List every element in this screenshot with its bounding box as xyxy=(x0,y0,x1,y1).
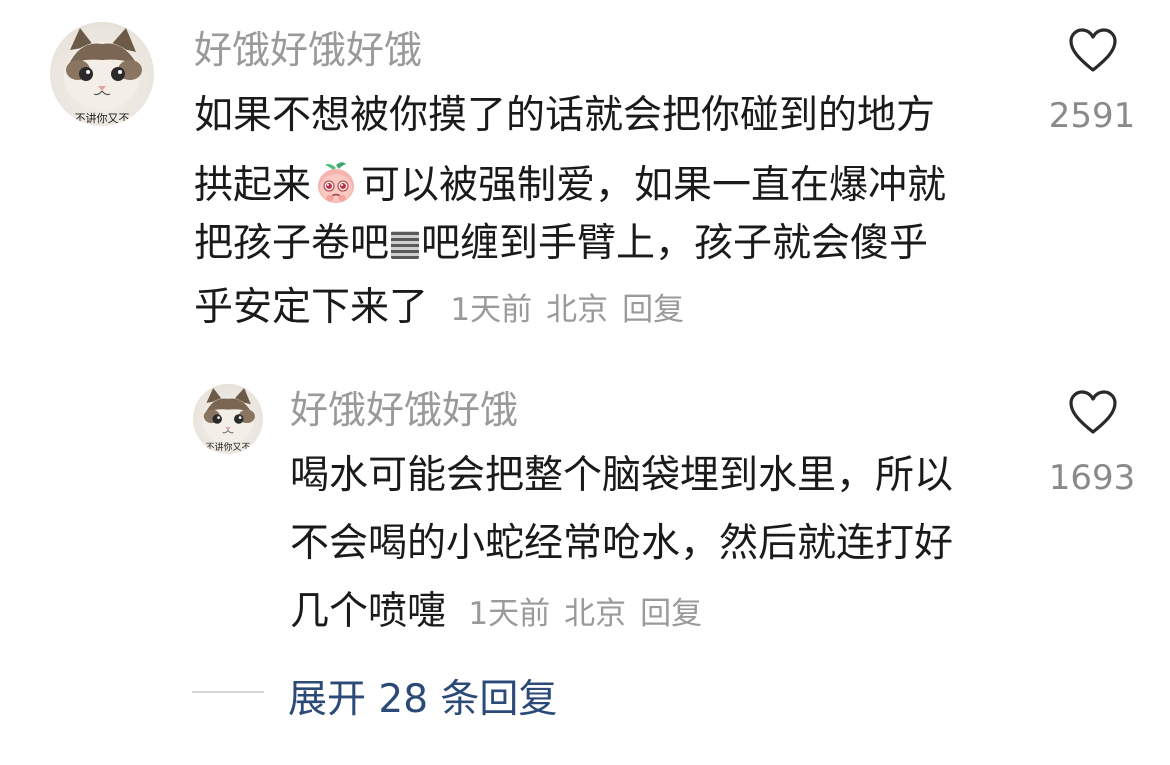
reply-location: 北京 xyxy=(564,596,627,632)
expand-replies-button[interactable]: 展开 28 条回复 xyxy=(288,668,557,724)
comment-meta: 1天前 北京 回复 xyxy=(450,292,698,328)
like-group: 1693 xyxy=(1044,390,1140,500)
reply-line: 喝水可能会把整个脑袋埋到水里，所以 xyxy=(290,453,954,498)
comment-item: 不讲你又不 好饿好饿好饿 如果不想被你摸了的话就会把你碰到的地方 拱起来 可以被… xyxy=(0,0,1170,340)
heart-outline-icon[interactable] xyxy=(1068,390,1118,440)
comment-text: 把孩子卷吧 xyxy=(194,221,390,266)
comment-location: 北京 xyxy=(546,292,609,328)
censored-emoji xyxy=(391,231,420,259)
reply-button[interactable]: 回复 xyxy=(622,292,684,328)
reply-body[interactable]: 喝水可能会把整个脑袋埋到水里，所以 不会喝的小蛇经常呛水，然后就连打好 几个喷嚏… xyxy=(290,450,1010,640)
reply-text: 几个喷嚏 xyxy=(290,589,447,634)
comment-line-with-meta: 乎安定下来了 1天前 北京 回复 xyxy=(194,288,698,327)
comment-line: 如果不想被你摸了的话就会把你碰到的地方 xyxy=(194,93,936,138)
divider-line xyxy=(192,691,264,693)
like-count: 2591 xyxy=(1048,96,1136,136)
reply-item: 不讲你又不 好饿好饿好饿 喝水可能会把整个脑袋埋到水里，所以 不会喝的小蛇经常呛… xyxy=(0,370,1170,640)
username[interactable]: 好饿好饿好饿 xyxy=(194,28,422,72)
comment-line: 拱起来 可以被强制爱，如果一直在爆冲就 xyxy=(194,160,946,213)
avatar[interactable]: 不讲你又不 xyxy=(50,22,154,126)
like-count: 1693 xyxy=(1048,458,1136,498)
reply-time: 1天前 xyxy=(468,596,551,632)
comment-line: 把孩子卷吧 吧缠到手臂上，孩子就会傻乎 xyxy=(194,224,928,263)
comment-text: 乎安定下来了 xyxy=(194,285,429,330)
comment-text: 拱起来 xyxy=(194,163,312,208)
peach-pleading-emoji-icon xyxy=(313,160,359,213)
comment-time: 1天前 xyxy=(450,292,533,328)
reply-button[interactable]: 回复 xyxy=(640,596,702,632)
avatar-caption: 不讲你又不 xyxy=(205,443,251,453)
comment-text: 吧缠到手臂上，孩子就会傻乎 xyxy=(421,221,929,266)
avatar-caption: 不讲你又不 xyxy=(74,112,130,125)
like-group: 2591 xyxy=(1044,28,1140,138)
reply-line: 不会喝的小蛇经常呛水，然后就连打好 xyxy=(290,521,954,566)
reply-meta: 1天前 北京 回复 xyxy=(468,596,716,632)
heart-outline-icon[interactable] xyxy=(1068,28,1118,78)
username[interactable]: 好饿好饿好饿 xyxy=(290,388,518,432)
reply-line-with-meta: 几个喷嚏 1天前 北京 回复 xyxy=(290,592,716,631)
comment-text: 可以被强制爱，如果一直在爆冲就 xyxy=(361,163,947,208)
comment-body[interactable]: 如果不想被你摸了的话就会把你碰到的地方 拱起来 可以被强制爱，如果一直在爆冲就 … xyxy=(194,90,1014,340)
avatar[interactable]: 不讲你又不 xyxy=(193,384,263,454)
